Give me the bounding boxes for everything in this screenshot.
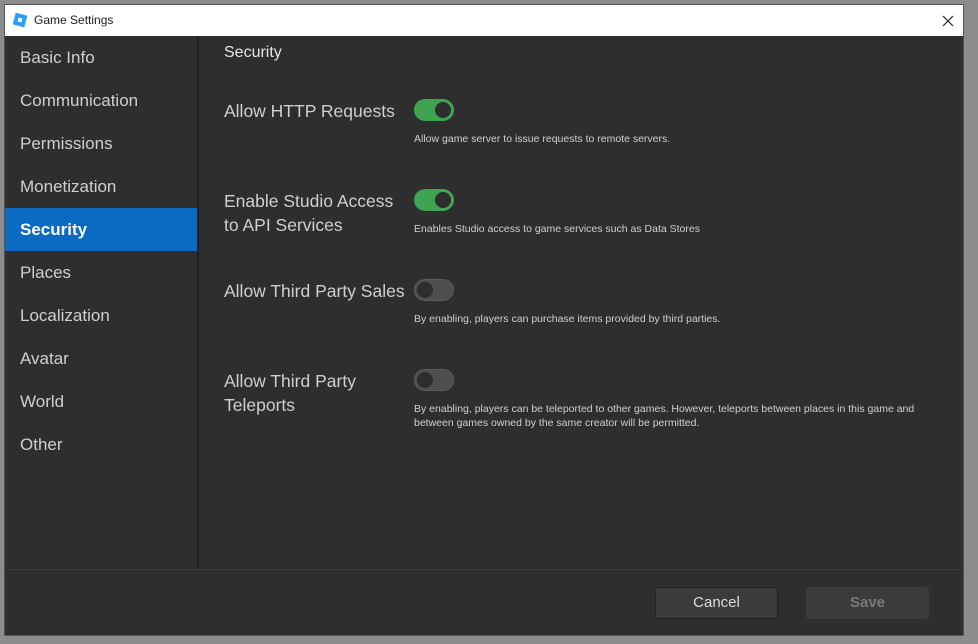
sidebar-item-localization[interactable]: Localization [5, 294, 197, 337]
setting-description: By enabling, players can be teleported t… [414, 403, 915, 429]
sidebar-item-monetization[interactable]: Monetization [5, 165, 197, 208]
sidebar-item-security[interactable]: Security [5, 208, 197, 251]
page-title: Security [224, 44, 282, 61]
http-requests-toggle[interactable] [414, 99, 454, 121]
setting-label: Allow Third Party Sales [224, 281, 405, 301]
cancel-button[interactable]: Cancel [655, 587, 778, 619]
roblox-studio-icon [12, 12, 29, 29]
setting-label: Allow HTTP Requests [224, 101, 395, 121]
settings-sidebar: Basic Info Communication Permissions Mon… [5, 36, 197, 569]
setting-description: Allow game server to issue requests to r… [414, 133, 671, 145]
toggle-knob [435, 102, 451, 118]
third-party-sales-toggle[interactable] [414, 279, 454, 301]
sidebar-item-avatar[interactable]: Avatar [5, 337, 197, 380]
sidebar-item-world[interactable]: World [5, 380, 197, 423]
toggle-knob [435, 192, 451, 208]
save-button[interactable]: Save [806, 587, 929, 619]
toggle-knob [417, 282, 433, 298]
setting-description: By enabling, players can purchase items … [414, 313, 721, 325]
sidebar-item-basic-info[interactable]: Basic Info [5, 36, 197, 79]
setting-label: Enable Studio Access to API Services [224, 191, 394, 235]
close-icon [942, 15, 954, 26]
dialog-footer: Cancel Save [5, 569, 963, 635]
toggle-knob [417, 372, 433, 388]
sidebar-item-communication[interactable]: Communication [5, 79, 197, 122]
sidebar-item-other[interactable]: Other [5, 423, 197, 466]
setting-label: Allow Third Party Teleports [224, 371, 356, 415]
sidebar-item-permissions[interactable]: Permissions [5, 122, 197, 165]
setting-description: Enables Studio access to game services s… [414, 223, 700, 235]
close-button[interactable] [933, 5, 963, 36]
sidebar-item-places[interactable]: Places [5, 251, 197, 294]
studio-api-access-toggle[interactable] [414, 189, 454, 211]
title-bar: Game Settings [5, 5, 963, 36]
window-title: Game Settings [34, 13, 114, 27]
game-settings-window: Game Settings Basic Info Communication P… [4, 4, 964, 636]
third-party-teleports-toggle[interactable] [414, 369, 454, 391]
security-settings-panel: Security Allow HTTP Requests Allow game … [199, 36, 963, 569]
